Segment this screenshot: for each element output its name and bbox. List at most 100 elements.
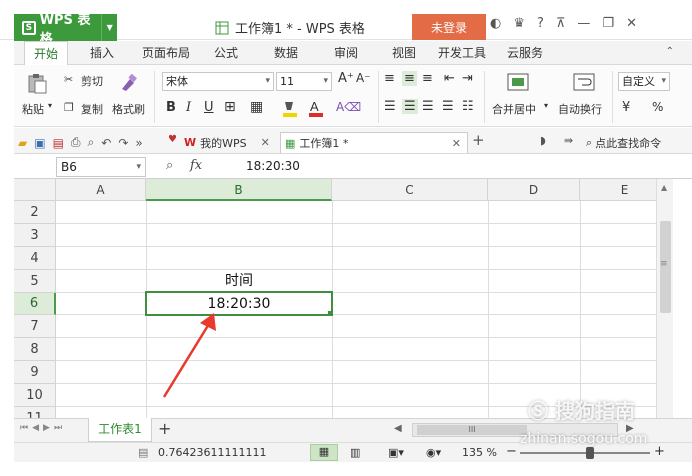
horizontal-scroll-thumb[interactable]: III	[417, 425, 527, 435]
indent-decrease-icon[interactable]: ⇤	[444, 71, 455, 86]
zoom-in-icon[interactable]: +	[654, 444, 665, 459]
wps-menu-button[interactable]: S WPS 表格 ▼	[14, 13, 117, 47]
underline-button[interactable]: U	[204, 100, 214, 115]
redo-icon[interactable]: ↷	[118, 136, 128, 150]
row-header-7[interactable]: 7	[14, 315, 56, 338]
print-icon[interactable]: ⎙	[71, 135, 81, 150]
page-layout-view-icon[interactable]: ▣▾	[388, 446, 404, 459]
chevron-up-icon[interactable]: ⌃	[666, 46, 674, 57]
tab-workbook[interactable]: ▦ 工作簿1 * ✕	[280, 132, 468, 153]
scroll-left-icon[interactable]: ◀	[394, 423, 402, 434]
tab-data[interactable]: 数据	[266, 41, 306, 65]
chevron-down-icon[interactable]: ▾	[544, 101, 548, 110]
align-top-icon[interactable]: ≡	[384, 71, 395, 86]
scissors-icon[interactable]: ✂	[64, 73, 73, 86]
row-header-3[interactable]: 3	[14, 224, 56, 247]
column-header-a[interactable]: A	[56, 179, 146, 201]
column-header-c[interactable]: C	[332, 179, 488, 201]
column-header-e[interactable]: E	[580, 179, 660, 201]
tab-insert[interactable]: 插入	[80, 41, 124, 65]
sheet-nav-icon[interactable]: ⏮◀▶⏭	[20, 423, 66, 433]
column-header-b[interactable]: B	[146, 179, 332, 201]
tab-review[interactable]: 审阅	[326, 41, 366, 65]
name-box[interactable]: B6	[56, 157, 146, 177]
collaboration-icon[interactable]: ◗	[540, 134, 546, 147]
merge-cells-icon[interactable]	[506, 71, 530, 93]
paste-button[interactable]: 粘贴	[22, 101, 44, 117]
tab-page-layout[interactable]: 页面布局	[138, 41, 194, 65]
bold-button[interactable]: B	[166, 100, 176, 115]
skin-icon[interactable]: ◐	[490, 16, 501, 31]
cell-b5[interactable]: 时间	[146, 271, 332, 292]
align-bottom-icon[interactable]: ≡	[422, 71, 433, 86]
column-header-d[interactable]: D	[488, 179, 580, 201]
tab-view[interactable]: 视图	[384, 41, 424, 65]
justify-icon[interactable]: ☰	[442, 99, 454, 114]
wrap-text-button[interactable]: 自动换行	[558, 101, 602, 117]
share-icon[interactable]: ⇛	[564, 134, 573, 147]
clipboard-icon[interactable]	[24, 71, 50, 95]
decrease-font-icon[interactable]: A⁻	[356, 71, 371, 85]
zoom-search-icon[interactable]: ⌕	[166, 158, 173, 173]
format-painter-button[interactable]: 格式刷	[112, 101, 145, 117]
row-header-4[interactable]: 4	[14, 247, 56, 270]
zoom-slider-thumb[interactable]	[586, 447, 594, 459]
open-folder-icon[interactable]: ▰	[18, 136, 27, 150]
cut-button[interactable]: 剪切	[81, 73, 103, 89]
align-right-icon[interactable]: ☰	[422, 99, 434, 114]
row-header-5[interactable]: 5	[14, 270, 56, 293]
row-header-6[interactable]: 6	[14, 293, 56, 315]
italic-button[interactable]: I	[186, 100, 191, 115]
fill-handle[interactable]	[328, 311, 333, 316]
brush-icon[interactable]	[116, 71, 140, 95]
shirt-icon[interactable]: ♛	[513, 16, 525, 31]
reading-mode-icon[interactable]: ◉▾	[426, 446, 441, 459]
font-color-icon[interactable]: A	[306, 97, 326, 119]
add-sheet-button[interactable]: +	[158, 419, 171, 438]
percent-button[interactable]: %	[652, 100, 663, 114]
select-all-corner[interactable]	[14, 179, 56, 201]
minimize-ribbon-icon[interactable]: ⊼	[556, 16, 566, 31]
chevron-down-icon[interactable]: ▼	[101, 14, 117, 41]
close-icon[interactable]: ✕	[626, 16, 637, 31]
copy-icon[interactable]: ❐	[64, 101, 74, 114]
close-icon[interactable]: ✕	[261, 136, 270, 149]
sheet-tab-1[interactable]: 工作表1	[88, 418, 152, 442]
row-header-10[interactable]: 10	[14, 384, 56, 407]
new-tab-icon[interactable]: +	[472, 131, 485, 149]
font-name-select[interactable]: 宋体	[162, 72, 274, 91]
clear-format-icon[interactable]: A⌫	[336, 100, 361, 114]
zoom-level[interactable]: 135 %	[462, 446, 497, 459]
align-middle-icon[interactable]: ≡	[402, 71, 417, 86]
more-icon[interactable]: »	[135, 136, 142, 150]
merge-center-button[interactable]: 合并居中	[492, 101, 536, 117]
align-center-icon[interactable]: ☰	[402, 99, 418, 114]
command-search[interactable]: ⌕ 点此查找命令	[586, 132, 661, 153]
number-format-select[interactable]: 自定义	[618, 72, 670, 91]
undo-icon[interactable]: ↶	[101, 136, 111, 150]
print-preview-icon[interactable]: ⌕	[88, 135, 95, 150]
tab-formula[interactable]: 公式	[206, 41, 246, 65]
formula-input[interactable]: 18:20:30	[246, 159, 300, 173]
minimize-icon[interactable]: —	[577, 16, 590, 31]
tab-cloud[interactable]: 云服务	[500, 41, 550, 65]
vertical-scrollbar[interactable]: ▲ ≡	[656, 179, 673, 418]
tab-menu-icon[interactable]: ♥	[168, 134, 177, 145]
close-icon[interactable]: ✕	[452, 137, 461, 150]
login-button[interactable]: 未登录	[412, 14, 486, 40]
currency-icon[interactable]: ¥	[622, 100, 630, 115]
increase-font-icon[interactable]: A⁺	[338, 71, 354, 86]
align-left-icon[interactable]: ☰	[384, 99, 396, 114]
zoom-out-icon[interactable]: −	[506, 444, 517, 459]
save-icon[interactable]: ▣	[34, 136, 45, 150]
chevron-down-icon[interactable]: ▾	[48, 101, 52, 110]
spreadsheet-grid[interactable]: A B C D E 2 3 4 5 6 7 8 9 10 11 时间 18:20…	[14, 179, 660, 418]
normal-view-icon[interactable]: ▦	[310, 444, 338, 461]
cell-style-icon[interactable]: ▦	[250, 99, 263, 115]
tab-developer[interactable]: 开发工具	[434, 41, 490, 65]
row-header-8[interactable]: 8	[14, 338, 56, 361]
wrap-text-icon[interactable]	[572, 71, 596, 93]
copy-button[interactable]: 复制	[81, 101, 103, 117]
page-break-view-icon[interactable]: ▥	[350, 446, 360, 459]
indent-increase-icon[interactable]: ⇥	[462, 71, 473, 86]
